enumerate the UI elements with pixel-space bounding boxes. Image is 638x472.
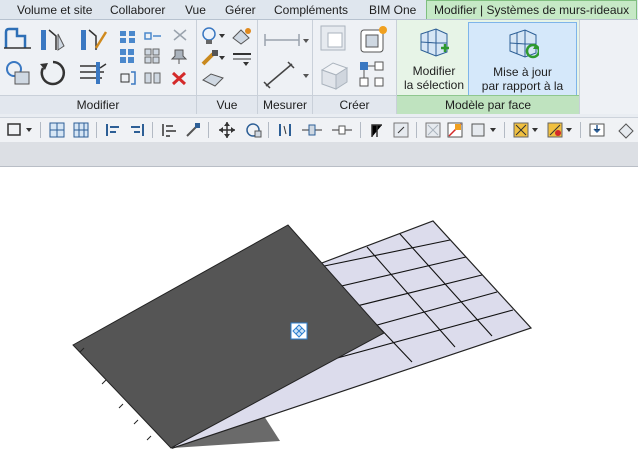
separator [360,122,361,138]
panel-label-vue: Vue [197,95,257,114]
lightbulb-icon[interactable] [201,26,227,46]
tab-collaborer[interactable]: Collaborer [110,1,165,19]
graphics-icon[interactable] [231,26,253,46]
create-part-icon[interactable] [319,58,351,92]
mise-a-jour-label-1: Mise à jour [493,65,552,79]
quick-toolbar [0,117,638,143]
model-view [72,220,533,450]
reveal-hidden-icon[interactable] [546,121,574,139]
measure-icon[interactable] [262,28,310,52]
panel-label-creer: Créer [313,95,396,114]
extend-icon[interactable] [392,121,410,139]
separator [40,122,41,138]
tab-volume-et-site[interactable]: Volume et site [17,1,92,19]
view-range-icon[interactable] [470,121,498,139]
mirror-icon[interactable] [78,26,108,52]
panel-label-modifier: Modifier [0,95,196,114]
separator [504,122,505,138]
align-icon[interactable] [3,26,33,50]
separator [416,122,417,138]
rotate-icon[interactable] [38,58,68,88]
move-arrows-icon[interactable] [216,121,238,139]
linework-icon[interactable] [231,48,253,68]
temporary-hide-icon[interactable] [512,121,540,139]
options-bar [0,142,638,167]
select-icon[interactable] [6,121,34,139]
separator [208,122,209,138]
align-right-icon[interactable] [128,121,146,139]
tag-icon[interactable] [616,121,636,139]
panel-mesurer: Mesurer [258,20,313,114]
panel-modifier: Modifier [0,20,197,114]
align-left-icon[interactable] [104,121,122,139]
drawing-area[interactable] [0,167,638,469]
lock-icon[interactable] [119,70,137,86]
panel-label-mesurer: Mesurer [258,95,312,114]
delete-icon[interactable] [170,70,188,86]
panel-creer: Créer [313,20,397,114]
tab-gerer[interactable]: Gérer [225,1,256,19]
face-grip-icon[interactable] [290,322,308,340]
mullion-icon[interactable] [72,121,90,139]
rotate-small-icon[interactable] [244,121,264,139]
create-assembly-icon[interactable] [357,58,389,92]
array-icon[interactable] [119,48,137,64]
tab-complements[interactable]: Compléments [274,1,348,19]
separator [96,122,97,138]
modifier-selection-button[interactable]: Modifier la sélection [402,22,466,96]
isolate-icon[interactable] [446,121,464,139]
refresh-icon [509,29,539,59]
offset-small-icon[interactable] [300,121,324,139]
paint-icon[interactable] [201,48,227,68]
create-group-icon[interactable] [357,24,389,54]
unpin-icon[interactable] [170,26,190,44]
mirror-small-icon[interactable] [276,121,294,139]
modifier-selection-label-2: la sélection [403,78,465,92]
hide-icon[interactable] [424,121,442,139]
mise-a-jour-face-button[interactable]: Mise à jour par rapport à la face [468,22,577,107]
grid-icon[interactable] [48,121,66,139]
ribbon: Modifier Vue Mesurer Créer Modifier la s… [0,20,638,114]
trim-icon[interactable] [78,58,108,88]
tab-vue[interactable]: Vue [185,1,206,19]
separator [580,122,581,138]
section-box-icon[interactable] [201,70,227,90]
split-icon[interactable] [119,28,137,44]
split-gap-icon[interactable] [144,70,162,86]
split-small-icon[interactable] [330,121,354,139]
panel-modele-par-face: Modifier la sélection Mise à jour par ra… [397,20,580,114]
panel-label-modele-par-face: Modèle par face [397,95,579,114]
trim-small-icon[interactable] [368,121,386,139]
dimension-icon[interactable] [262,60,310,90]
ribbon-tab-bar: Volume et site Collaborer Vue Gérer Comp… [0,0,638,20]
copy-icon[interactable] [38,26,68,52]
separator [268,122,269,138]
tab-bim-one[interactable]: BIM One [369,1,416,19]
move-icon[interactable] [3,58,33,88]
paint-brush-icon[interactable] [184,121,202,139]
create-similar-icon[interactable] [319,24,351,54]
pin-icon[interactable] [170,48,188,64]
panel-vue: Vue [197,20,258,114]
curtain-system-icon [420,28,449,57]
modifier-selection-label-1: Modifier [412,64,456,78]
tab-modifier-murs-rideaux[interactable]: Modifier | Systèmes de murs-rideaux [426,0,638,19]
separator [152,122,153,138]
scale-icon[interactable] [144,48,162,64]
offset-icon[interactable] [144,28,162,44]
load-family-icon[interactable] [588,121,608,139]
distribute-icon[interactable] [160,121,178,139]
